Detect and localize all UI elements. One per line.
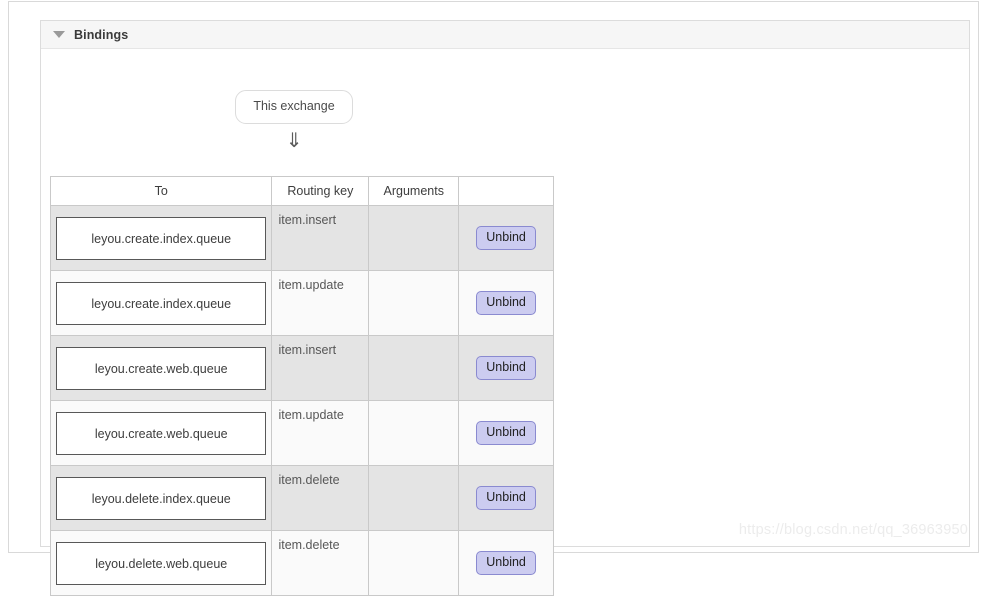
unbind-button[interactable]: Unbind [476, 356, 536, 380]
table-row: leyou.delete.index.queue item.delete Unb… [49, 465, 554, 531]
queue-link[interactable]: leyou.create.index.queue [56, 216, 267, 260]
binding-routing-key-cell: item.update [271, 270, 370, 336]
binding-arguments-cell [368, 205, 460, 271]
binding-arguments-cell [368, 335, 460, 401]
binding-to-cell: leyou.delete.web.queue [49, 530, 273, 596]
queue-link[interactable]: leyou.delete.web.queue [56, 541, 267, 585]
column-header-to[interactable]: To [49, 176, 273, 206]
binding-routing-key-cell: item.delete [271, 465, 370, 531]
source-exchange-group: This exchange ⇓ [229, 90, 359, 150]
unbind-button[interactable]: Unbind [476, 226, 536, 250]
bindings-table-body: leyou.create.index.queue item.insert Unb… [49, 205, 554, 596]
binding-arguments-cell [368, 530, 460, 596]
column-header-routing-key[interactable]: Routing key [271, 176, 370, 206]
table-row: leyou.create.index.queue item.insert Unb… [49, 205, 554, 271]
binding-to-cell: leyou.create.index.queue [49, 270, 273, 336]
binding-action-cell: Unbind [458, 335, 554, 401]
table-row: leyou.create.index.queue item.update Unb… [49, 270, 554, 336]
watermark: https://blog.csdn.net/qq_36963950 [738, 522, 968, 538]
binding-routing-key-cell: item.insert [271, 335, 370, 401]
double-down-arrow-icon: ⇓ [285, 127, 303, 152]
binding-routing-key-cell: item.update [271, 400, 370, 466]
column-header-arguments[interactable]: Arguments [368, 176, 460, 206]
binding-arguments-cell [368, 270, 460, 336]
binding-action-cell: Unbind [458, 530, 554, 596]
page-title: Bindings [74, 27, 129, 42]
queue-link[interactable]: leyou.create.web.queue [56, 346, 267, 390]
page-frame: Bindings This exchange ⇓ To Routing key [8, 1, 979, 596]
column-header-action [458, 176, 554, 206]
bindings-panel: Bindings This exchange ⇓ To Routing key [40, 20, 970, 596]
bindings-table-head: To Routing key Arguments [49, 176, 554, 206]
unbind-button[interactable]: Unbind [476, 291, 536, 315]
binding-to-cell: leyou.create.index.queue [49, 205, 273, 271]
binding-action-cell: Unbind [458, 465, 554, 531]
bindings-table: To Routing key Arguments leyou.create.in… [49, 176, 554, 596]
binding-action-cell: Unbind [458, 400, 554, 466]
binding-to-cell: leyou.create.web.queue [49, 400, 273, 466]
binding-routing-key-cell: item.delete [271, 530, 370, 596]
binding-action-cell: Unbind [458, 205, 554, 271]
queue-link[interactable]: leyou.create.index.queue [56, 281, 267, 325]
bindings-panel-header[interactable]: Bindings [41, 21, 969, 49]
table-row: leyou.create.web.queue item.update Unbin… [49, 400, 554, 466]
table-header-row: To Routing key Arguments [49, 176, 554, 206]
binding-to-cell: leyou.create.web.queue [49, 335, 273, 401]
this-exchange-pill: This exchange [235, 90, 353, 124]
table-row: leyou.create.web.queue item.insert Unbin… [49, 335, 554, 401]
unbind-button[interactable]: Unbind [476, 421, 536, 445]
binding-to-cell: leyou.delete.index.queue [49, 465, 273, 531]
binding-action-cell: Unbind [458, 270, 554, 336]
unbind-button[interactable]: Unbind [476, 551, 536, 575]
unbind-button[interactable]: Unbind [476, 486, 536, 510]
queue-link[interactable]: leyou.create.web.queue [56, 411, 267, 455]
binding-routing-key-cell: item.insert [271, 205, 370, 271]
triangle-down-icon[interactable] [53, 31, 65, 38]
binding-arguments-cell [368, 400, 460, 466]
binding-arguments-cell [368, 465, 460, 531]
queue-link[interactable]: leyou.delete.index.queue [56, 476, 267, 520]
table-row: leyou.delete.web.queue item.delete Unbin… [49, 530, 554, 596]
